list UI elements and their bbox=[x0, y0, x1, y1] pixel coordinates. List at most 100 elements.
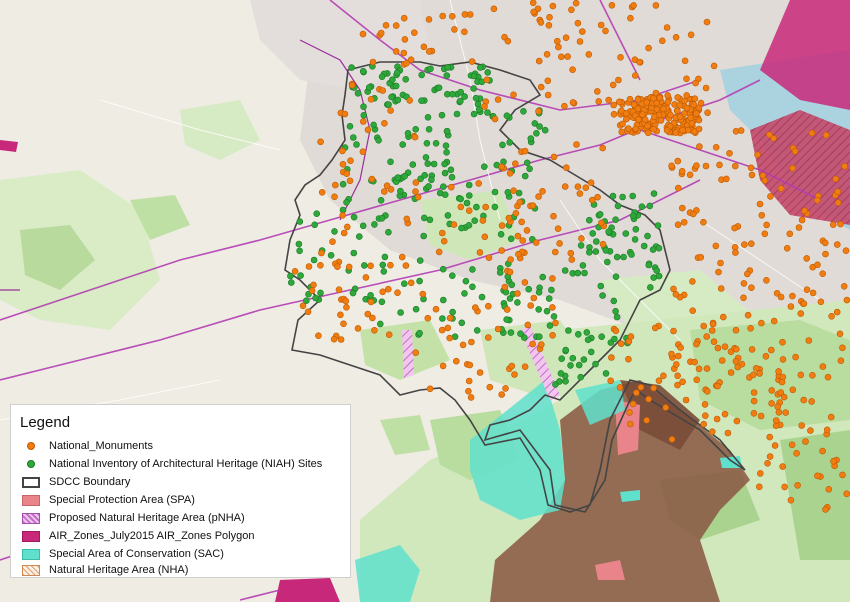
niah-site-marker[interactable] bbox=[394, 174, 402, 181]
national-monument-marker[interactable] bbox=[569, 99, 577, 106]
national-monument-marker[interactable] bbox=[371, 326, 378, 334]
national-monument-marker[interactable] bbox=[537, 83, 545, 91]
national-monument-marker[interactable] bbox=[794, 481, 801, 489]
national-monument-marker[interactable] bbox=[731, 162, 739, 170]
national-monument-marker[interactable] bbox=[339, 147, 346, 155]
niah-site-marker[interactable] bbox=[525, 285, 533, 293]
national-monument-marker[interactable] bbox=[692, 79, 699, 87]
national-monument-marker[interactable] bbox=[627, 333, 635, 340]
national-monument-marker[interactable] bbox=[700, 218, 707, 226]
niah-site-marker[interactable] bbox=[545, 295, 553, 302]
national-monument-marker[interactable] bbox=[756, 470, 764, 477]
national-monument-marker[interactable] bbox=[527, 302, 535, 309]
national-monument-marker[interactable] bbox=[508, 362, 516, 370]
national-monument-marker[interactable] bbox=[732, 249, 739, 256]
national-monument-marker[interactable] bbox=[498, 222, 506, 229]
national-monument-marker[interactable] bbox=[635, 116, 642, 123]
niah-site-marker[interactable] bbox=[650, 274, 658, 281]
national-monument-marker[interactable] bbox=[761, 177, 769, 184]
niah-site-marker[interactable] bbox=[380, 268, 388, 275]
national-monument-marker[interactable] bbox=[626, 95, 634, 103]
national-monument-marker[interactable] bbox=[448, 12, 456, 20]
national-monument-marker[interactable] bbox=[674, 94, 682, 101]
national-monument-marker[interactable] bbox=[724, 429, 732, 437]
national-monument-marker[interactable] bbox=[714, 344, 722, 352]
national-monument-marker[interactable] bbox=[837, 220, 844, 228]
national-monument-marker[interactable] bbox=[733, 417, 741, 425]
national-monument-marker[interactable] bbox=[597, 219, 605, 227]
niah-site-marker[interactable] bbox=[401, 172, 409, 180]
national-monument-marker[interactable] bbox=[471, 304, 479, 311]
national-monument-marker[interactable] bbox=[775, 408, 783, 416]
national-monument-marker[interactable] bbox=[800, 396, 808, 404]
niah-site-marker[interactable] bbox=[424, 160, 432, 167]
national-monument-marker[interactable] bbox=[686, 171, 694, 179]
national-monument-marker[interactable] bbox=[664, 98, 672, 106]
niah-site-marker[interactable] bbox=[359, 67, 367, 75]
national-monument-marker[interactable] bbox=[425, 16, 433, 23]
national-monument-marker[interactable] bbox=[797, 310, 805, 317]
national-monument-marker[interactable] bbox=[644, 122, 651, 130]
national-monument-marker[interactable] bbox=[840, 282, 848, 290]
national-monument-marker[interactable] bbox=[612, 327, 620, 335]
national-monument-marker[interactable] bbox=[710, 338, 718, 346]
niah-site-marker[interactable] bbox=[592, 248, 600, 255]
national-monument-marker[interactable] bbox=[553, 37, 561, 45]
national-monument-marker[interactable] bbox=[406, 97, 414, 104]
niah-site-marker[interactable] bbox=[602, 247, 610, 254]
niah-site-marker[interactable] bbox=[430, 160, 438, 168]
national-monument-marker[interactable] bbox=[764, 459, 771, 467]
national-monument-marker[interactable] bbox=[660, 372, 667, 380]
national-monument-marker[interactable] bbox=[695, 125, 703, 133]
national-monument-marker[interactable] bbox=[758, 212, 766, 219]
national-monument-marker[interactable] bbox=[401, 36, 409, 43]
national-monument-marker[interactable] bbox=[402, 262, 410, 269]
national-monument-marker[interactable] bbox=[676, 101, 684, 109]
niah-site-marker[interactable] bbox=[416, 329, 423, 337]
national-monument-marker[interactable] bbox=[505, 214, 513, 222]
national-monument-marker[interactable] bbox=[822, 506, 829, 513]
niah-site-marker[interactable] bbox=[397, 187, 404, 195]
national-monument-marker[interactable] bbox=[394, 289, 401, 297]
niah-site-marker[interactable] bbox=[442, 142, 450, 149]
national-monument-marker[interactable] bbox=[481, 103, 488, 110]
niah-site-marker[interactable] bbox=[353, 141, 360, 148]
national-monument-marker[interactable] bbox=[779, 338, 786, 346]
national-monument-marker[interactable] bbox=[546, 13, 553, 21]
niah-site-marker[interactable] bbox=[297, 272, 304, 279]
national-monument-marker[interactable] bbox=[715, 268, 722, 276]
national-monument-marker[interactable] bbox=[668, 435, 676, 443]
national-monument-marker[interactable] bbox=[721, 410, 729, 418]
national-monument-marker[interactable] bbox=[697, 253, 705, 261]
national-monument-marker[interactable] bbox=[777, 389, 785, 396]
niah-site-marker[interactable] bbox=[503, 112, 511, 119]
national-monument-marker[interactable] bbox=[763, 221, 770, 229]
niah-site-marker[interactable] bbox=[439, 265, 447, 273]
national-monument-marker[interactable] bbox=[701, 401, 709, 408]
national-monument-marker[interactable] bbox=[677, 344, 684, 351]
national-monument-marker[interactable] bbox=[679, 126, 686, 134]
national-monument-marker[interactable] bbox=[387, 107, 394, 114]
national-monument-marker[interactable] bbox=[549, 2, 557, 10]
niah-site-marker[interactable] bbox=[412, 126, 420, 133]
national-monument-marker[interactable] bbox=[629, 400, 637, 408]
national-monument-marker[interactable] bbox=[354, 325, 362, 332]
national-monument-marker[interactable] bbox=[608, 2, 616, 9]
national-monument-marker[interactable] bbox=[529, 0, 537, 7]
national-monument-marker[interactable] bbox=[521, 363, 529, 371]
niah-site-marker[interactable] bbox=[370, 121, 377, 129]
niah-site-marker[interactable] bbox=[409, 161, 417, 168]
national-monument-marker[interactable] bbox=[663, 24, 671, 31]
national-monument-marker[interactable] bbox=[599, 144, 607, 152]
niah-site-marker[interactable] bbox=[427, 65, 434, 73]
national-monument-marker[interactable] bbox=[481, 233, 489, 241]
niah-site-marker[interactable] bbox=[418, 71, 426, 79]
niah-site-marker[interactable] bbox=[535, 306, 543, 313]
national-monument-marker[interactable] bbox=[683, 75, 690, 83]
national-monument-marker[interactable] bbox=[516, 198, 524, 206]
niah-site-marker[interactable] bbox=[599, 292, 606, 299]
national-monument-marker[interactable] bbox=[674, 221, 682, 228]
niah-site-marker[interactable] bbox=[596, 211, 604, 218]
niah-site-marker[interactable] bbox=[507, 235, 515, 243]
niah-site-marker[interactable] bbox=[562, 346, 570, 354]
